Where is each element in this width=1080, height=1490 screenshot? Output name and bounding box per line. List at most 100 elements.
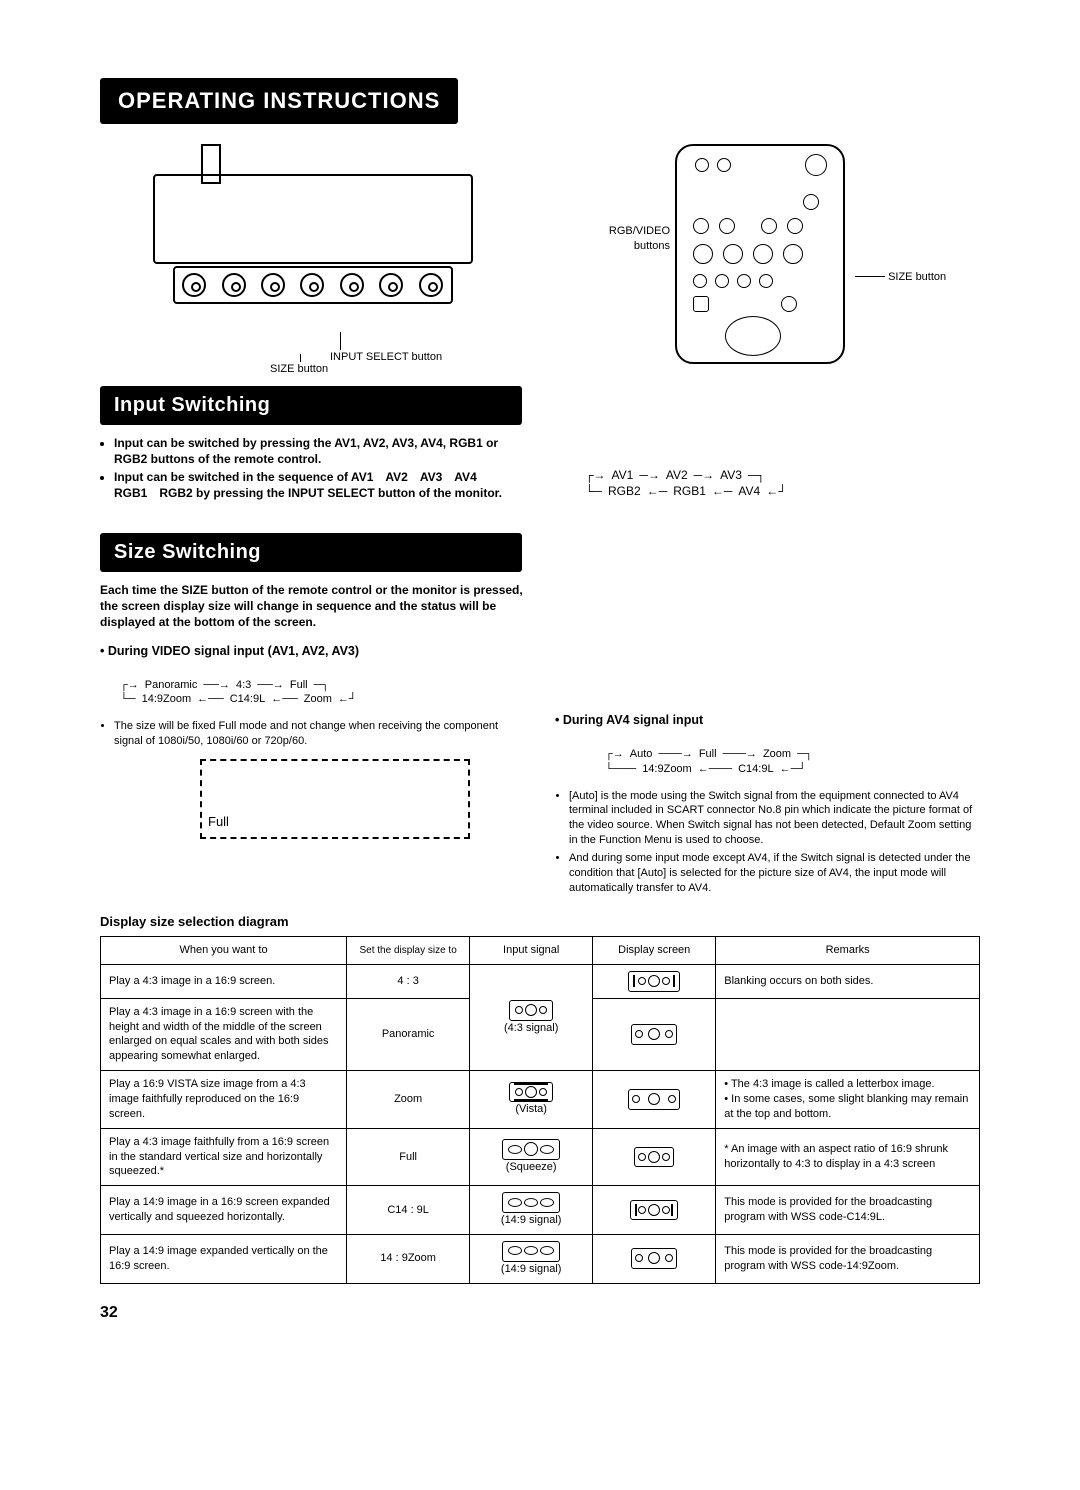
page-number: 32 xyxy=(100,1302,980,1324)
table-row: Play a 4:3 image in a 16:9 screen. 4 : 3… xyxy=(101,964,980,998)
monitor-diagram: INPUT SELECT button SIZE button xyxy=(100,144,525,364)
input-switching-row: Input can be switched by pressing the AV… xyxy=(100,435,980,511)
input-switching-diagram: ┌→ AV1 ─→ AV2 ─→ AV3 ─┐ └─ RGB2 ←─ RGB1 … xyxy=(555,435,980,511)
av4-input-heading: • During AV4 signal input xyxy=(555,712,980,729)
cell-remarks xyxy=(716,998,980,1070)
cell-want: Play a 16:9 VISTA size image from a 4:3 … xyxy=(101,1071,347,1129)
vseq-zoom: Zoom xyxy=(304,692,332,707)
av4-note-2: And during some input mode except AV4, i… xyxy=(569,851,980,896)
input-switching-bullets: Input can be switched by pressing the AV… xyxy=(114,435,525,502)
section-size-switching-title: Size Switching xyxy=(100,533,522,572)
size-switching-row: Each time the SIZE button of the remote … xyxy=(100,582,980,898)
vseq-c149l: C14:9L xyxy=(230,692,265,707)
cell-remarks: Blanking occurs on both sides. xyxy=(716,964,980,998)
cell-size: Zoom xyxy=(347,1071,470,1129)
th-want: When you want to xyxy=(101,937,347,965)
cell-want: Play a 4:3 image in a 16:9 screen with t… xyxy=(101,998,347,1070)
cell-display xyxy=(593,1234,716,1283)
cell-want: Play a 4:3 image in a 16:9 screen. xyxy=(101,964,347,998)
remote-outline xyxy=(675,144,845,364)
cell-input: (14:9 signal) xyxy=(470,1234,593,1283)
aseq-auto: Auto xyxy=(630,747,653,762)
cell-remarks: • The 4:3 image is called a letterbox im… xyxy=(716,1071,980,1129)
cell-want: Play a 14:9 image expanded vertically on… xyxy=(101,1234,347,1283)
input-bullet-1: Input can be switched by pressing the AV… xyxy=(114,435,525,467)
input-switching-text: Input can be switched by pressing the AV… xyxy=(100,435,525,511)
seq-rgb2: RGB2 xyxy=(608,483,641,499)
table-row: Play a 4:3 image faithfully from a 16:9 … xyxy=(101,1128,980,1186)
size-btn-label-remote: SIZE button xyxy=(888,271,946,283)
table-header-row: When you want to Set the display size to… xyxy=(101,937,980,965)
cell-input-label: (Vista) xyxy=(515,1103,547,1115)
cell-want: Play a 14:9 image in a 16:9 screen expan… xyxy=(101,1186,347,1235)
aseq-149zoom: 14:9Zoom xyxy=(642,762,692,777)
cell-display xyxy=(593,998,716,1070)
cell-remarks: This mode is provided for the broadcasti… xyxy=(716,1234,980,1283)
table-row: Play a 14:9 image expanded vertically on… xyxy=(101,1234,980,1283)
video-sequence: ┌→ Panoramic ──→ 4:3 ──→ Full ─┐ └─ 14:9… xyxy=(100,666,525,720)
cell-display xyxy=(593,1071,716,1129)
size-switching-right: • During AV4 signal input ┌→ Auto ───→ F… xyxy=(555,582,980,898)
cell-input-label: (4:3 signal) xyxy=(504,1022,558,1034)
table-row: Play a 14:9 image in a 16:9 screen expan… xyxy=(101,1186,980,1235)
aseq-full: Full xyxy=(699,747,717,762)
video-note: The size will be fixed Full mode and not… xyxy=(114,719,525,749)
seq-av1: AV1 xyxy=(612,467,634,483)
cell-size: Full xyxy=(347,1128,470,1186)
cell-want: Play a 4:3 image faithfully from a 16:9 … xyxy=(101,1128,347,1186)
seq-av3: AV3 xyxy=(720,467,742,483)
cell-input-label: (Squeeze) xyxy=(506,1161,557,1173)
cell-display xyxy=(593,1128,716,1186)
seq-rgb1: RGB1 xyxy=(673,483,706,499)
cell-size: 4 : 3 xyxy=(347,964,470,998)
av4-note-1: [Auto] is the mode using the Switch sign… xyxy=(569,789,980,848)
aseq-c149l: C14:9L xyxy=(738,762,773,777)
table-title: Display size selection diagram xyxy=(100,913,980,931)
cell-display xyxy=(593,964,716,998)
size-btn-label: SIZE button xyxy=(270,363,328,375)
video-input-heading: • During VIDEO signal input (AV1, AV2, A… xyxy=(100,643,525,660)
vseq-full: Full xyxy=(290,678,308,693)
cell-size: C14 : 9L xyxy=(347,1186,470,1235)
th-display: Display screen xyxy=(593,937,716,965)
aseq-zoom: Zoom xyxy=(763,747,791,762)
dash-box-label: Full xyxy=(208,813,229,831)
vseq-panoramic: Panoramic xyxy=(145,678,198,693)
th-size: Set the display size to xyxy=(347,937,470,965)
remote-diagram: RGB/VIDEO buttons SIZE button xyxy=(555,144,980,364)
callout-rgb-video: RGB/VIDEO buttons xyxy=(575,224,670,254)
cell-input: (14:9 signal) xyxy=(470,1186,593,1235)
cell-input: (Vista) xyxy=(470,1071,593,1129)
dash-box: Full xyxy=(200,759,470,839)
cell-remarks: * An image with an aspect ratio of 16:9 … xyxy=(716,1128,980,1186)
cell-input-label: (14:9 signal) xyxy=(501,1263,562,1275)
vseq-43: 4:3 xyxy=(236,678,251,693)
size-switching-left: Each time the SIZE button of the remote … xyxy=(100,582,525,898)
input-bullet-2: Input can be switched in the sequence of… xyxy=(114,469,525,501)
cell-input-label: (14:9 signal) xyxy=(501,1214,562,1226)
size-table: When you want to Set the display size to… xyxy=(100,936,980,1284)
table-row: Play a 16:9 VISTA size image from a 4:3 … xyxy=(101,1071,980,1129)
vseq-149zoom: 14:9Zoom xyxy=(142,692,192,707)
section-input-switching-title: Input Switching xyxy=(100,386,522,425)
input-select-label: INPUT SELECT button xyxy=(330,351,442,363)
callout-size-btn: SIZE button xyxy=(270,354,328,377)
mini-screen-icon xyxy=(509,1000,553,1021)
cell-input: (Squeeze) xyxy=(470,1128,593,1186)
cell-input: (4:3 signal) xyxy=(470,964,593,1070)
av4-sequence: ┌→ Auto ───→ Full ───→ Zoom ─┐ └─── 14:9… xyxy=(555,735,980,789)
size-switching-intro: Each time the SIZE button of the remote … xyxy=(100,582,525,631)
seq-av2: AV2 xyxy=(666,467,688,483)
cell-remarks: This mode is provided for the broadcasti… xyxy=(716,1186,980,1235)
seq-av4: AV4 xyxy=(738,483,760,499)
monitor-button-row xyxy=(173,266,453,304)
cell-size: 14 : 9Zoom xyxy=(347,1234,470,1283)
cell-size: Panoramic xyxy=(347,998,470,1070)
callout-size-btn-remote: SIZE button xyxy=(855,270,946,285)
rgb-video-label: RGB/VIDEO buttons xyxy=(609,225,670,252)
th-remarks: Remarks xyxy=(716,937,980,965)
top-illustration-row: INPUT SELECT button SIZE button RGB/VIDE… xyxy=(100,144,980,364)
page-header: OPERATING INSTRUCTIONS xyxy=(100,78,458,124)
cell-display xyxy=(593,1186,716,1235)
monitor-outline xyxy=(153,144,473,314)
